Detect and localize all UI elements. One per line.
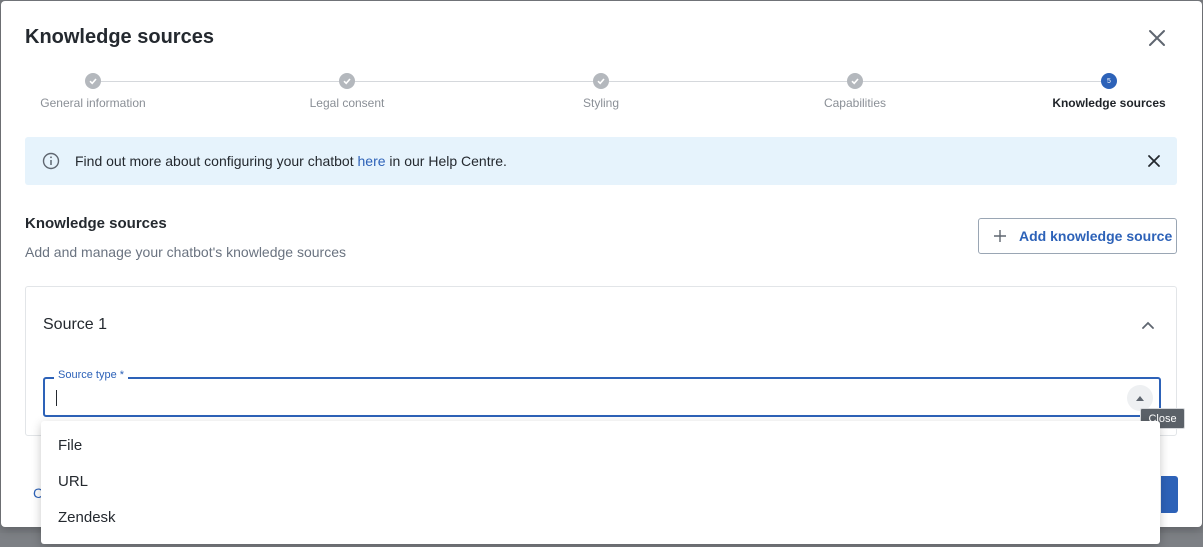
close-icon[interactable] (1146, 27, 1168, 49)
source-title: Source 1 (43, 316, 108, 333)
source-type-field[interactable]: Source type * (43, 369, 1161, 417)
check-icon (593, 73, 609, 89)
menu-item-zendesk[interactable]: Zendesk (41, 500, 1160, 536)
next-button[interactable] (1161, 476, 1178, 513)
banner-text-before: Find out more about configuring your cha… (75, 153, 358, 169)
step-legal-consent[interactable]: Legal consent (247, 71, 447, 110)
help-centre-link[interactable]: here (358, 153, 386, 169)
step-label: Styling (582, 96, 620, 110)
stepper: General information Legal consent Stylin… (1, 71, 1202, 121)
info-banner: Find out more about configuring your cha… (25, 137, 1177, 185)
menu-item-url[interactable]: URL (41, 464, 1160, 500)
check-icon (339, 73, 355, 89)
step-knowledge-sources[interactable]: 5 Knowledge sources (1009, 71, 1203, 110)
check-icon (85, 73, 101, 89)
add-knowledge-source-button[interactable]: Add knowledge source (978, 218, 1177, 254)
chevron-up-icon[interactable] (1141, 318, 1155, 332)
step-capabilities[interactable]: Capabilities (755, 71, 955, 110)
source-panel: Source 1 Source type * (25, 286, 1177, 436)
info-icon (42, 152, 60, 170)
source-type-menu: File URL Zendesk (41, 421, 1160, 544)
dialog-title: Knowledge sources (25, 26, 214, 48)
step-label: Capabilities (823, 96, 887, 110)
add-knowledge-source-label: Add knowledge source (1019, 228, 1173, 244)
plus-icon (994, 230, 1006, 242)
section-title: Knowledge sources (25, 215, 167, 232)
step-number-badge: 5 (1101, 73, 1117, 89)
step-general-information[interactable]: General information (0, 71, 193, 110)
banner-text-after: in our Help Centre. (385, 153, 507, 169)
banner-text: Find out more about configuring your cha… (75, 153, 507, 169)
text-caret (56, 390, 57, 406)
source-type-label: Source type * (54, 369, 129, 381)
triangle-up-icon (1136, 396, 1144, 401)
close-icon[interactable] (1146, 153, 1162, 169)
check-icon (847, 73, 863, 89)
section-subtitle: Add and manage your chatbot's knowledge … (25, 244, 346, 260)
step-label: General information (40, 96, 146, 110)
menu-item-file[interactable]: File (41, 428, 1160, 464)
step-label: Knowledge sources (1052, 96, 1166, 110)
step-styling[interactable]: Styling (501, 71, 701, 110)
step-label: Legal consent (309, 96, 385, 110)
